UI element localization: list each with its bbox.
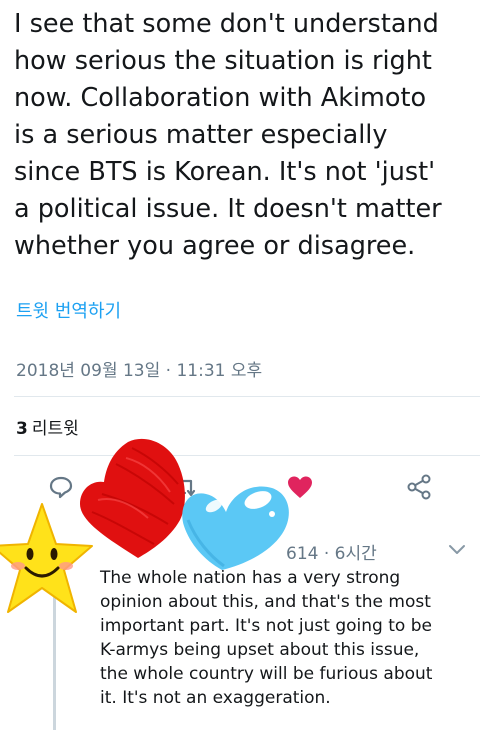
reply-meta: 614 · 6시간 bbox=[286, 544, 377, 564]
share-icon bbox=[407, 474, 431, 500]
tweet-timestamp: 2018년 09월 13일 · 11:31 오후 bbox=[16, 361, 263, 381]
divider bbox=[14, 396, 480, 397]
chevron-down-icon[interactable] bbox=[446, 540, 468, 558]
retweet-count-value: 3 bbox=[16, 419, 28, 439]
translate-tweet-link[interactable]: 트윗 번역하기 bbox=[16, 297, 121, 323]
reply-text: The whole nation has a very strong opini… bbox=[100, 568, 433, 708]
blue-heart-sticker bbox=[182, 486, 289, 570]
smiley-star-sticker bbox=[0, 503, 93, 613]
retweet-count[interactable]: 3 리트윗 bbox=[16, 414, 79, 439]
tweet-text: I see that some don't understand how ser… bbox=[14, 9, 442, 261]
reply-icon bbox=[49, 476, 73, 499]
share-button[interactable] bbox=[399, 465, 439, 509]
